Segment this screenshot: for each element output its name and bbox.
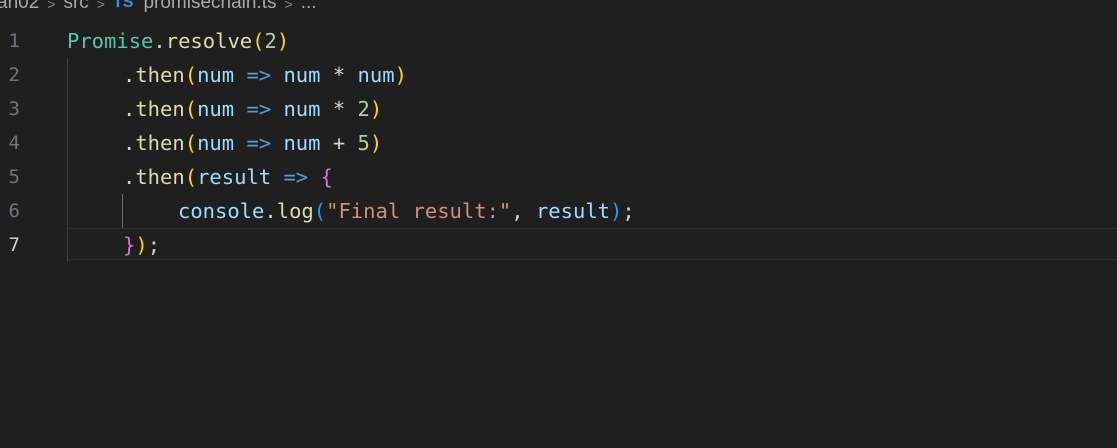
code-token: (: [252, 29, 265, 53]
code-token: }: [123, 233, 136, 257]
code-token: ;: [147, 233, 161, 257]
line-number[interactable]: 4: [0, 126, 20, 160]
code-token: =>: [283, 165, 309, 189]
code-token: 5: [357, 131, 370, 155]
line-number[interactable]: 7: [0, 228, 20, 262]
breadcrumb-file[interactable]: promisechain.ts: [143, 0, 276, 14]
code-token: ): [610, 199, 623, 223]
chevron-right-icon: >: [284, 0, 293, 12]
code-token: 2: [357, 97, 370, 121]
code-line[interactable]: 5 .then(result => {: [0, 160, 1117, 194]
line-number[interactable]: 5: [0, 160, 20, 194]
code-token: num: [197, 131, 235, 155]
code-token: (: [184, 131, 198, 155]
code-line[interactable]: 3 .then(num => num * 2): [0, 92, 1117, 126]
code-token: num: [283, 131, 321, 155]
code-token: =>: [246, 63, 272, 87]
breadcrumb-symbols[interactable]: ...: [301, 0, 317, 14]
code-line[interactable]: 2 .then(num => num * num): [0, 58, 1117, 92]
code-token: =>: [246, 97, 272, 121]
breadcrumb-folder[interactable]: an02: [0, 0, 39, 14]
code-token: (: [313, 199, 327, 223]
code-token: (: [184, 63, 198, 87]
code-token: then: [135, 97, 185, 121]
code-token: console: [178, 199, 265, 223]
code-token: ): [369, 97, 383, 121]
breadcrumb-src[interactable]: src: [63, 0, 88, 14]
chevron-right-icon: >: [47, 0, 56, 12]
line-code[interactable]: .then(num => num * 2): [123, 92, 382, 126]
line-code[interactable]: Promise.resolve(2): [67, 24, 289, 58]
code-token: ,: [511, 199, 536, 223]
line-code[interactable]: .then(num => num + 5): [123, 126, 382, 160]
chevron-right-icon: >: [96, 0, 105, 12]
code-token: 2: [264, 29, 277, 53]
code-token: *: [320, 63, 358, 87]
code-token: (: [184, 165, 198, 189]
line-number[interactable]: 1: [0, 24, 20, 58]
code-token: then: [135, 63, 185, 87]
code-token: ;: [622, 199, 635, 223]
code-token: .: [264, 199, 277, 223]
code-editor[interactable]: 1 Promise.resolve(2) 2 .then(num => num …: [0, 24, 1117, 448]
code-token: "Final result:": [326, 199, 512, 223]
code-token: ): [135, 233, 148, 257]
line-code[interactable]: .then(result => {: [123, 160, 333, 194]
code-token: .: [123, 97, 136, 121]
code-line[interactable]: 6 console.log("Final result:", result);: [0, 194, 1117, 228]
code-line-active[interactable]: 7 });: [0, 228, 1117, 262]
code-token: num: [283, 97, 321, 121]
line-number[interactable]: 2: [0, 58, 20, 92]
code-token: log: [276, 199, 314, 223]
line-number[interactable]: 6: [0, 194, 20, 228]
code-token: result: [535, 199, 611, 223]
code-token: {: [320, 165, 333, 189]
code-line[interactable]: 1 Promise.resolve(2): [0, 24, 1117, 58]
line-code[interactable]: console.log("Final result:", result);: [178, 194, 635, 228]
line-code[interactable]: });: [123, 228, 160, 262]
code-token: then: [135, 165, 185, 189]
code-token: num: [197, 97, 235, 121]
code-token: .: [123, 165, 136, 189]
breadcrumb: an02 > src > TS promisechain.ts > ...: [0, 0, 317, 14]
line-code[interactable]: .then(num => num * num): [123, 58, 407, 92]
code-token: ): [276, 29, 290, 53]
code-line[interactable]: 4 .then(num => num + 5): [0, 126, 1117, 160]
code-token: =>: [246, 131, 272, 155]
code-token: num: [283, 63, 321, 87]
code-token: num: [197, 63, 235, 87]
code-token: (: [184, 97, 198, 121]
code-token: Promise: [67, 29, 154, 53]
code-token: then: [135, 131, 185, 155]
line-number[interactable]: 3: [0, 92, 20, 126]
code-token: ): [394, 63, 407, 87]
code-token: .: [123, 63, 136, 87]
code-token: num: [357, 63, 395, 87]
code-token: .: [123, 131, 136, 155]
typescript-file-icon: TS: [112, 0, 134, 11]
code-token: resolve: [165, 29, 253, 53]
code-token: .: [153, 29, 166, 53]
code-token: *: [320, 97, 358, 121]
code-token: +: [320, 131, 358, 155]
code-token: ): [369, 131, 383, 155]
code-token: result: [197, 165, 272, 189]
